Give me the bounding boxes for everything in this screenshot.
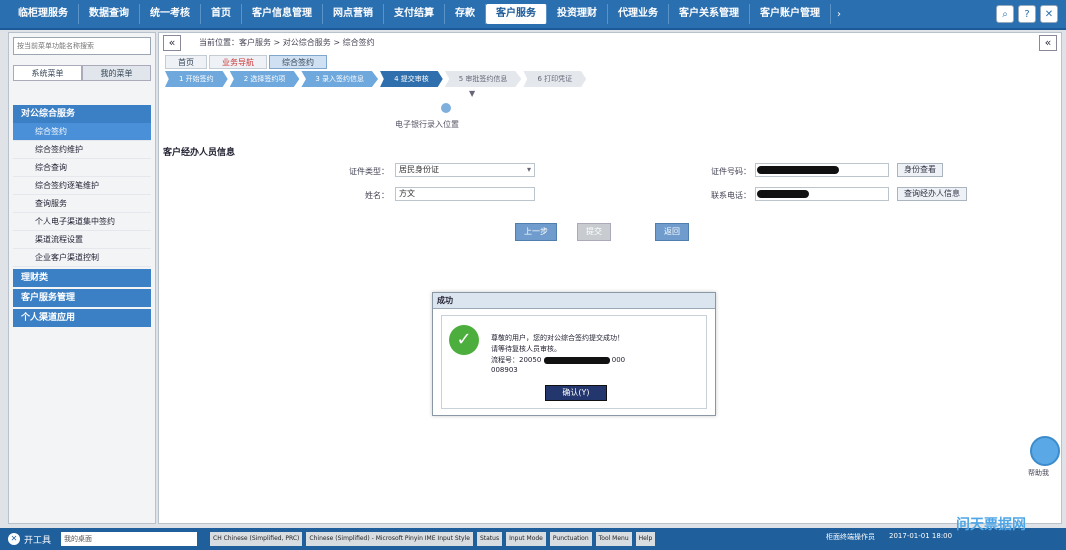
sidebar-group-personal[interactable]: 个人渠道应用 <box>13 309 151 327</box>
submit-button[interactable]: 提交 <box>577 223 611 241</box>
dialog-message-2: 请等待复核人员审核。 <box>491 345 561 353</box>
top-navigation: 临柜理服务 数据查询 统一考核 首页 客户信息管理 网点营销 支付结算 存款 客… <box>0 0 1066 30</box>
sidebar-tab-system[interactable]: 系统菜单 <box>13 65 82 81</box>
help-bubble-icon[interactable] <box>1030 436 1060 466</box>
prev-step-button[interactable]: 上一步 <box>515 223 557 241</box>
check-circle-icon: ✓ <box>449 325 479 355</box>
redaction-mark <box>757 166 839 174</box>
redaction-mark <box>757 190 809 198</box>
ime-input-mode[interactable]: Input Mode <box>506 532 546 546</box>
toolbar-tools: ⌕ ? ✕ <box>996 5 1058 23</box>
taskbar: ✕ 开工具 我的桌面 CH Chinese (Simplified, PRC) … <box>0 528 1066 550</box>
start-label: 开工具 <box>24 535 52 546</box>
phone-label: 联系电话： <box>711 191 751 200</box>
sidebar-item-3[interactable]: 综合签约逐笔维护 <box>13 177 151 195</box>
redaction-mark <box>543 356 610 364</box>
step-3: 3 录入签约信息 <box>301 71 379 87</box>
nav-item-11[interactable]: 客户关系管理 <box>669 4 750 24</box>
tab-home[interactable]: 首页 <box>165 55 207 69</box>
sidebar-item-6[interactable]: 渠道流程设置 <box>13 231 151 249</box>
ime-tool-menu[interactable]: Tool Menu <box>595 532 632 546</box>
signature-point-icon <box>441 103 451 113</box>
step-marker-icon: ▼ <box>469 89 476 98</box>
sidebar-item-1[interactable]: 综合签约维护 <box>13 141 151 159</box>
operator-label: 柜面终端操作员 <box>826 533 875 541</box>
collapse-left-button[interactable]: « <box>163 35 181 51</box>
ime-name[interactable]: Chinese (Simplified) - Microsoft Pinyin … <box>306 532 473 546</box>
sidebar: 系统菜单 我的菜单 对公综合服务 综合签约 综合签约维护 综合查询 综合签约逐笔… <box>8 32 156 524</box>
close-icon[interactable]: ✕ <box>1040 5 1058 23</box>
ime-punctuation[interactable]: Punctuation <box>549 532 592 546</box>
sidebar-group-finance[interactable]: 理财类 <box>13 269 151 287</box>
help-icon[interactable]: ? <box>1018 5 1036 23</box>
step-6: 6 打印凭证 <box>523 71 587 87</box>
flow-number-head: 流程号：20050 <box>491 356 542 364</box>
sidebar-group-service[interactable]: 客户服务管理 <box>13 289 151 307</box>
flow-number-tail: 000 <box>611 356 626 364</box>
id-type-label: 证件类型： <box>349 167 389 176</box>
name-label: 姓名： <box>365 191 389 200</box>
nav-item-4[interactable]: 客户信息管理 <box>242 4 323 24</box>
nav-item-6[interactable]: 支付结算 <box>384 4 445 24</box>
step-5: 5 审批签约信息 <box>444 71 522 87</box>
back-button[interactable]: 返回 <box>655 223 689 241</box>
watermark-text: 问天票据网 <box>956 517 1026 533</box>
tab-signing[interactable]: 综合签约 <box>269 55 327 69</box>
main-panel: « « 当前位置：客户服务 > 对公综合服务 > 综合签约 首页 业务导航 综合… <box>158 32 1062 524</box>
sidebar-group-corporate[interactable]: 对公综合服务 <box>13 105 151 123</box>
nav-item-9[interactable]: 投资理财 <box>547 4 608 24</box>
step-2: 2 选择签约项 <box>229 71 300 87</box>
sidebar-tabs: 系统菜单 我的菜单 <box>13 65 151 81</box>
nav-item-7[interactable]: 存款 <box>445 4 486 24</box>
sidebar-item-0[interactable]: 综合签约 <box>13 123 151 141</box>
taskbar-status: 柜面终端操作员 2017-01-01 18:00 <box>826 532 952 542</box>
taskbar-input[interactable]: 我的桌面 <box>61 532 198 546</box>
sidebar-item-7[interactable]: 企业客户渠道控制 <box>13 249 151 267</box>
nav-item-0[interactable]: 临柜理服务 <box>8 4 79 24</box>
id-number-label: 证件号码： <box>711 167 751 176</box>
start-button[interactable]: ✕ 开工具 <box>8 533 51 546</box>
nav-item-12[interactable]: 客户账户管理 <box>750 4 831 24</box>
view-identity-button[interactable]: 身份查看 <box>897 163 943 177</box>
tab-business-nav[interactable]: 业务导航 <box>209 55 267 69</box>
collapse-right-button[interactable]: « <box>1039 35 1057 51</box>
sidebar-tab-mine[interactable]: 我的菜单 <box>82 65 151 81</box>
nav-item-10[interactable]: 代理业务 <box>608 4 669 24</box>
breadcrumb: 当前位置：客户服务 > 对公综合服务 > 综合签约 <box>199 38 375 47</box>
sidebar-item-2[interactable]: 综合查询 <box>13 159 151 177</box>
query-handler-button[interactable]: 查询经办人信息 <box>897 187 967 201</box>
ime-status[interactable]: Status <box>476 532 503 546</box>
step-1: 1 开始签约 <box>165 71 228 87</box>
success-dialog: 成功 ✓ 尊敬的用户，您的对公综合签约提交成功！ 请等待复核人员审核。 流程号：… <box>432 292 716 416</box>
confirm-button[interactable]: 确认(Y) <box>545 385 607 401</box>
step-4: 4 提交审核 <box>380 71 443 87</box>
dialog-flow-number: 流程号：20050 000 <box>491 355 625 365</box>
nav-item-2[interactable]: 统一考核 <box>140 4 201 24</box>
section-title: 客户经办人员信息 <box>163 148 236 158</box>
nav-item-1[interactable]: 数据查询 <box>79 4 140 24</box>
help-bubble-label: 帮助我 <box>1028 469 1049 477</box>
dialog-title: 成功 <box>433 293 715 309</box>
ime-toolbar: CH Chinese (Simplified, PRC) Chinese (Si… <box>210 532 656 546</box>
progress-steps: 1 开始签约 2 选择签约项 3 录入签约信息 4 提交审核 5 审批签约信息 … <box>165 71 588 87</box>
nav-item-customer-service[interactable]: 客户服务 <box>486 4 547 24</box>
dialog-flow-number-2: 008903 <box>491 366 518 374</box>
id-type-select[interactable]: 居民身份证 <box>395 163 535 177</box>
ime-language[interactable]: CH Chinese (Simplified, PRC) <box>210 532 303 546</box>
signature-position-label: 电子银行录入位置 <box>395 120 459 129</box>
sidebar-item-4[interactable]: 查询服务 <box>13 195 151 213</box>
nav-more-arrow-icon[interactable]: › <box>837 9 841 20</box>
page-tabs: 首页 业务导航 综合签约 <box>165 55 327 69</box>
clock: 2017-01-01 18:00 <box>889 532 953 540</box>
search-icon[interactable]: ⌕ <box>996 5 1014 23</box>
dialog-message-1: 尊敬的用户，您的对公综合签约提交成功！ <box>491 334 624 342</box>
nav-item-3[interactable]: 首页 <box>201 4 242 24</box>
sidebar-search-input[interactable] <box>13 37 151 55</box>
sidebar-item-5[interactable]: 个人电子渠道集中签约 <box>13 213 151 231</box>
name-field[interactable]: 方文 <box>395 187 535 201</box>
ime-help[interactable]: Help <box>635 532 656 546</box>
nav-item-5[interactable]: 网点营销 <box>323 4 384 24</box>
start-icon: ✕ <box>8 533 20 545</box>
